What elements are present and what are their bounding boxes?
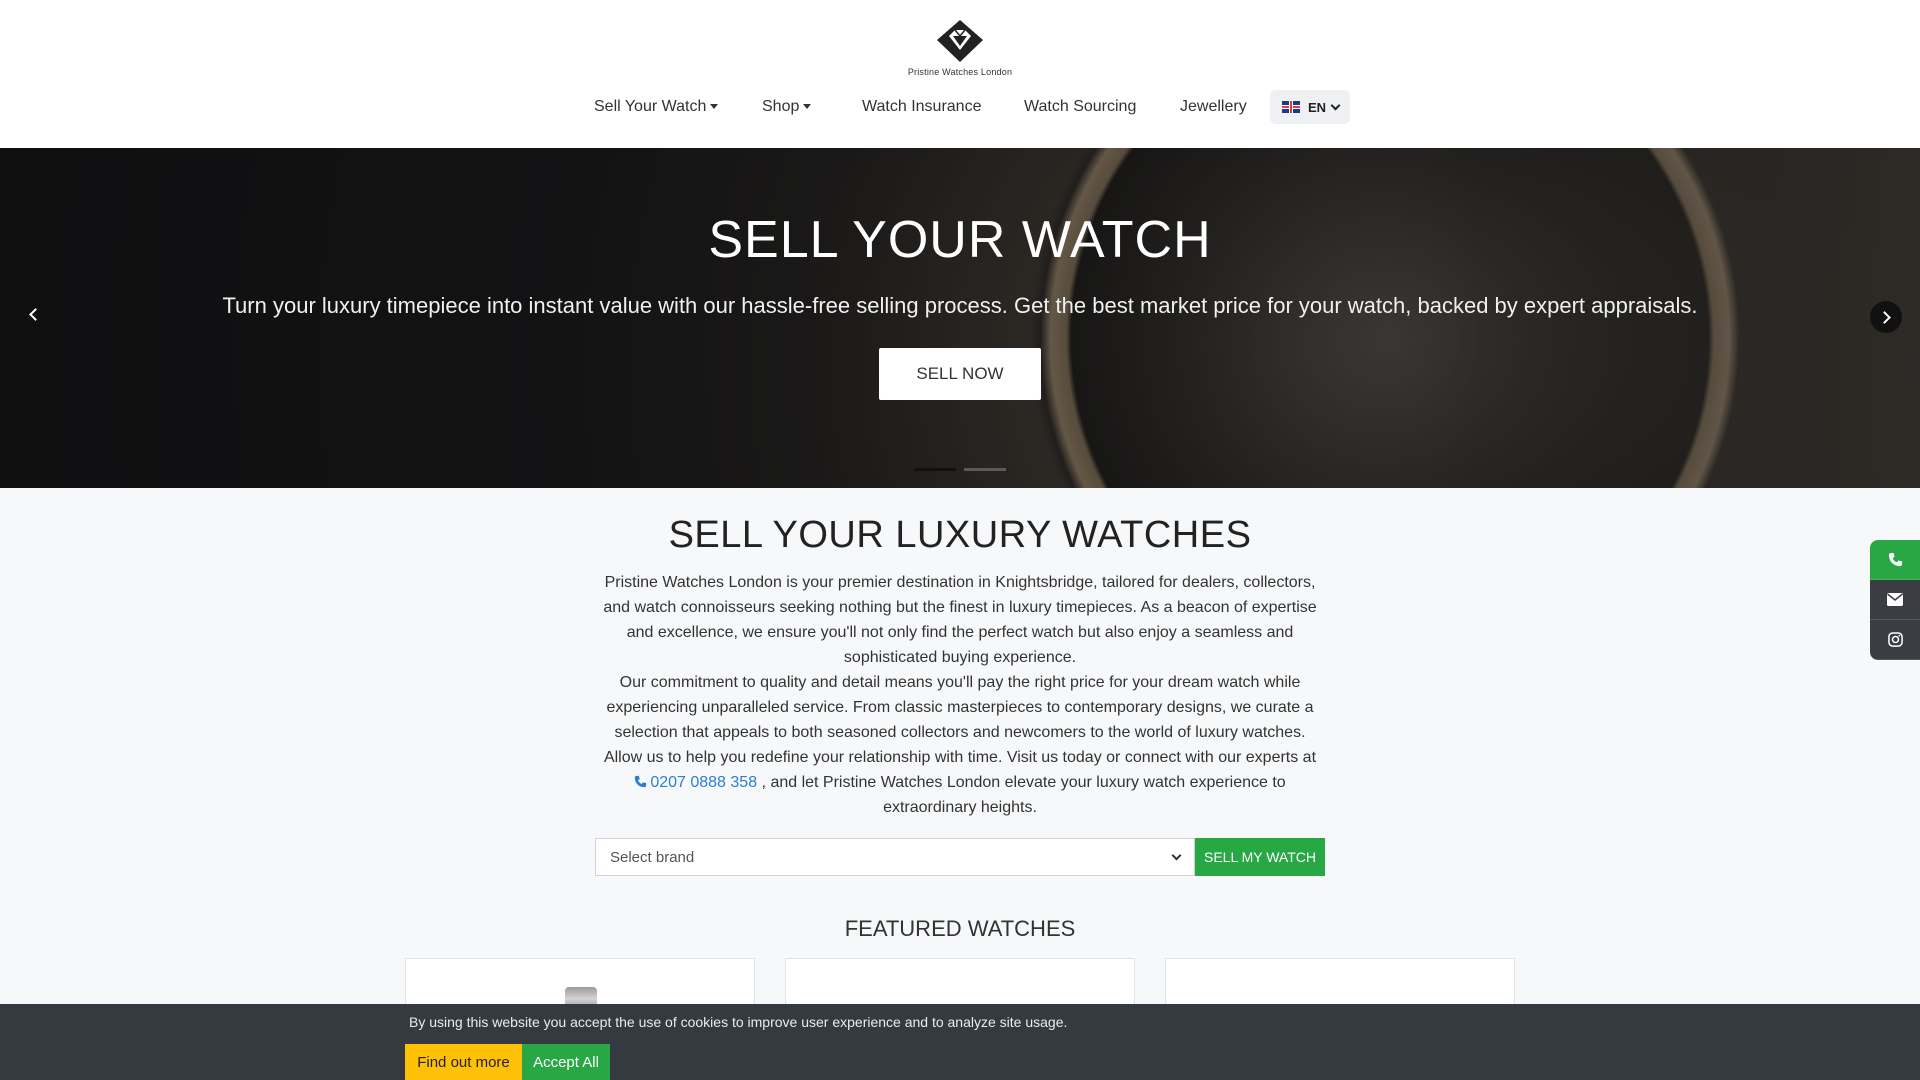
carousel-prev-button[interactable]	[20, 301, 46, 327]
cookie-text: By using this website you accept the use…	[409, 1014, 1068, 1030]
sell-my-watch-button[interactable]: SELL MY WATCH	[1195, 838, 1325, 876]
cookie-banner: By using this website you accept the use…	[0, 1004, 1920, 1080]
hero-subtitle: Turn your luxury timepiece into instant …	[222, 293, 1698, 318]
language-label: EN	[1308, 99, 1327, 115]
nav-label: Sell Your Watch	[594, 98, 707, 115]
nav-label: Jewellery	[1180, 98, 1247, 115]
intro-paragraph-3-text: , and let Pristine Watches London elevat…	[761, 774, 1286, 816]
logo-text: Pristine Watches London	[907, 67, 1013, 77]
brand-select-value: Select brand	[610, 848, 695, 866]
phone-number: 0207 0888 358	[650, 774, 758, 791]
site-logo[interactable]: Pristine Watches London	[905, 18, 1015, 77]
brand-select[interactable]: Select brand	[595, 838, 1195, 876]
chevron-right-icon	[1877, 310, 1891, 324]
nav-watch-insurance[interactable]: Watch Insurance	[862, 90, 981, 124]
diamond-logo-icon	[937, 20, 983, 62]
social-phone-button[interactable]	[1870, 540, 1920, 580]
nav-shop[interactable]: Shop	[762, 90, 812, 124]
intro-paragraph-2: Our commitment to quality and detail mea…	[595, 670, 1325, 820]
social-instagram-button[interactable]	[1870, 620, 1920, 660]
hero-title: SELL YOUR WATCH	[708, 211, 1212, 269]
uk-flag-icon	[1282, 101, 1300, 113]
nav-label: Watch Insurance	[862, 98, 982, 115]
carousel-indicator-1[interactable]	[914, 468, 956, 471]
featured-watches-title: FEATURED WATCHES	[844, 916, 1076, 941]
intro-text: Pristine Watches London is your premier …	[595, 570, 1325, 820]
carousel-next-button[interactable]	[1870, 301, 1902, 333]
social-email-button[interactable]	[1870, 580, 1920, 620]
social-sidebar	[1870, 540, 1920, 660]
main-nav: Sell Your Watch Shop Watch Insurance Wat…	[0, 90, 1920, 124]
chevron-down-icon	[1330, 100, 1341, 110]
instagram-icon	[1887, 632, 1903, 647]
intro-paragraph-2-text: Our commitment to quality and detail mea…	[603, 674, 1317, 766]
hero-carousel: SELL YOUR WATCH Turn your luxury timepie…	[0, 148, 1920, 488]
language-selector[interactable]: EN	[1270, 90, 1350, 124]
chevron-down-icon	[1171, 850, 1182, 860]
phone-icon	[1888, 552, 1902, 567]
caret-down-icon	[803, 104, 812, 110]
chevron-left-icon	[28, 307, 42, 321]
caret-down-icon	[710, 104, 719, 110]
envelope-icon	[1887, 593, 1903, 606]
nav-label: Shop	[762, 98, 800, 115]
sell-now-button[interactable]: SELL NOW	[879, 348, 1041, 400]
find-out-more-button[interactable]: Find out more	[405, 1044, 522, 1080]
nav-label: Watch Sourcing	[1024, 98, 1137, 115]
nav-sell-your-watch[interactable]: Sell Your Watch	[594, 90, 719, 124]
phone-link[interactable]: 0207 0888 358	[634, 774, 757, 791]
intro-paragraph-1: Pristine Watches London is your premier …	[603, 574, 1317, 666]
page-title: SELL YOUR LUXURY WATCHES	[668, 514, 1252, 556]
carousel-indicator-2[interactable]	[964, 468, 1006, 471]
nav-watch-sourcing[interactable]: Watch Sourcing	[1024, 90, 1136, 124]
phone-icon	[635, 775, 647, 788]
nav-jewellery[interactable]: Jewellery	[1180, 90, 1247, 124]
accept-all-button[interactable]: Accept All	[522, 1044, 610, 1080]
site-header: Pristine Watches London Sell Your Watch …	[0, 0, 1920, 148]
